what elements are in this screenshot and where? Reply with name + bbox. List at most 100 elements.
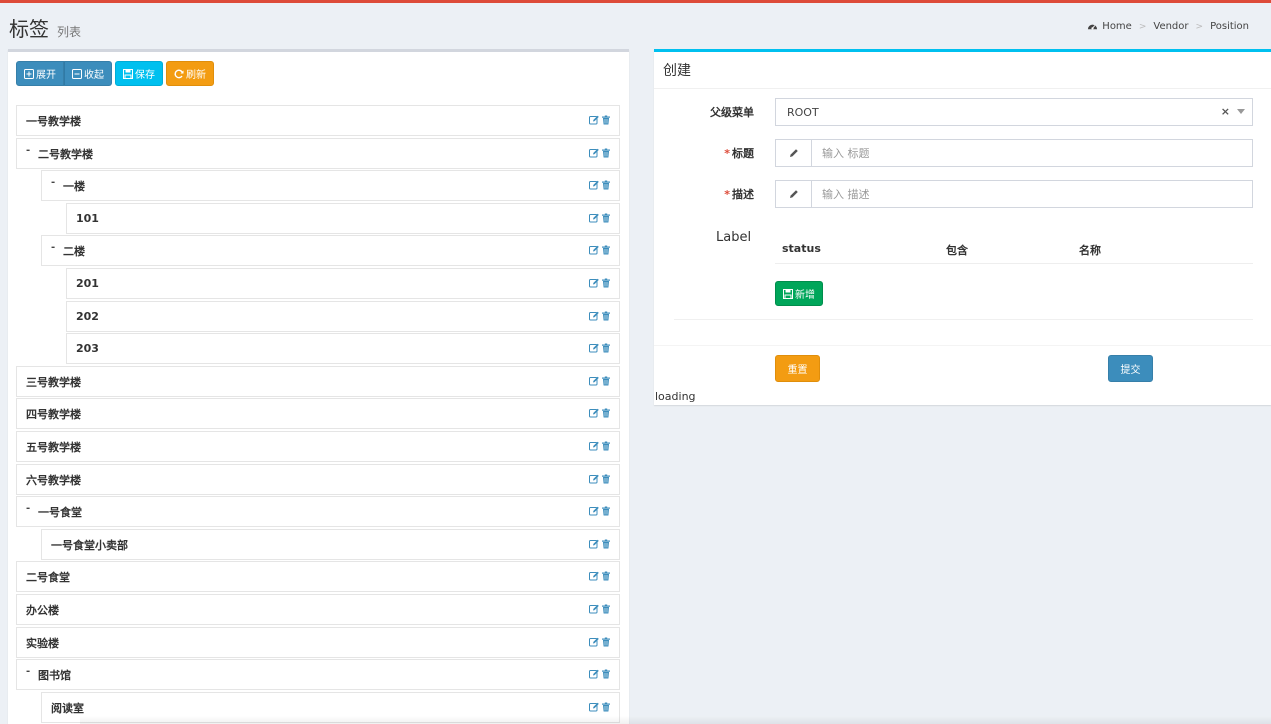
- edit-icon[interactable]: [589, 408, 599, 418]
- expand-collapse-group: 展开 收起: [16, 61, 112, 86]
- tree-node-label: 二号食堂: [26, 570, 70, 584]
- tree-panel: 展开 收起 保存 刷新 一号教学楼 - 二号教学楼 - 一楼 101- 二楼 201 202 20…: [8, 49, 629, 724]
- tree-node[interactable]: - 一楼: [41, 170, 620, 201]
- edit-icon[interactable]: [589, 702, 599, 712]
- page-header: 标签 列表: [9, 13, 81, 41]
- expand-button[interactable]: 展开: [16, 61, 64, 86]
- breadcrumb-position: Position: [1210, 21, 1249, 32]
- tree-node[interactable]: 办公楼: [16, 594, 620, 625]
- description-label-text: 描述: [732, 188, 754, 201]
- edit-icon[interactable]: [589, 669, 599, 679]
- collapse-toggle-icon[interactable]: -: [51, 242, 55, 253]
- tree-node[interactable]: 202: [66, 301, 620, 332]
- tree-node[interactable]: - 二楼: [41, 235, 620, 266]
- trash-icon[interactable]: [601, 506, 611, 516]
- trash-icon[interactable]: [601, 115, 611, 125]
- refresh-button[interactable]: 刷新: [166, 61, 214, 86]
- parent-menu-value: ROOT: [787, 105, 819, 119]
- tree-node[interactable]: 101: [66, 203, 620, 234]
- trash-icon[interactable]: [601, 702, 611, 712]
- edit-icon[interactable]: [589, 213, 599, 223]
- trash-icon[interactable]: [601, 474, 611, 484]
- trash-icon[interactable]: [601, 539, 611, 549]
- edit-icon[interactable]: [589, 245, 599, 255]
- edit-icon[interactable]: [589, 474, 599, 484]
- refresh-icon: [174, 69, 184, 78]
- edit-icon[interactable]: [589, 115, 599, 125]
- tree-node[interactable]: 一号食堂小卖部: [41, 529, 620, 560]
- trash-icon[interactable]: [601, 311, 611, 321]
- tree-node[interactable]: 三号教学楼: [16, 366, 620, 397]
- trash-icon[interactable]: [601, 278, 611, 288]
- trash-icon[interactable]: [601, 245, 611, 255]
- submit-button[interactable]: 提交: [1108, 355, 1153, 382]
- tree-node[interactable]: 四号教学楼: [16, 398, 620, 429]
- label-section-title: Label: [716, 230, 752, 245]
- trash-icon[interactable]: [601, 180, 611, 190]
- tree-node[interactable]: - 图书馆: [16, 659, 620, 690]
- chevron-down-icon[interactable]: [1237, 109, 1245, 114]
- trash-icon[interactable]: [601, 213, 611, 223]
- clear-selection-icon[interactable]: ×: [1221, 105, 1230, 118]
- trash-icon[interactable]: [601, 408, 611, 418]
- tree-node-label: 一号食堂小卖部: [51, 538, 128, 552]
- tree-node[interactable]: 203: [66, 333, 620, 364]
- breadcrumb-vendor[interactable]: Vendor: [1153, 21, 1188, 32]
- collapse-toggle-icon[interactable]: -: [26, 503, 30, 514]
- save-button[interactable]: 保存: [115, 61, 163, 86]
- reset-button[interactable]: 重置: [775, 355, 820, 382]
- trash-icon[interactable]: [601, 148, 611, 158]
- collapse-toggle-icon[interactable]: -: [51, 177, 55, 188]
- tree-node-actions: [589, 441, 611, 451]
- add-label-button-text: 新增: [795, 290, 815, 301]
- refresh-button-label: 刷新: [186, 70, 206, 81]
- tree-node[interactable]: 实验楼: [16, 627, 620, 658]
- title-input-group: [775, 139, 1253, 167]
- tree-node[interactable]: 201: [66, 268, 620, 299]
- collapse-button-label: 收起: [84, 70, 104, 81]
- tree-node[interactable]: 一号教学楼: [16, 105, 620, 136]
- edit-icon[interactable]: [589, 180, 599, 190]
- edit-icon[interactable]: [589, 506, 599, 516]
- collapse-button[interactable]: 收起: [64, 61, 112, 86]
- edit-icon[interactable]: [589, 148, 599, 158]
- edit-icon[interactable]: [589, 539, 599, 549]
- trash-icon[interactable]: [601, 376, 611, 386]
- trash-icon[interactable]: [601, 604, 611, 614]
- trash-icon[interactable]: [601, 571, 611, 581]
- tree-node-label: 五号教学楼: [26, 440, 81, 454]
- footer-divider: [654, 345, 1271, 346]
- edit-icon[interactable]: [589, 441, 599, 451]
- breadcrumb-home[interactable]: Home: [1102, 21, 1132, 32]
- collapse-toggle-icon[interactable]: -: [26, 666, 30, 677]
- trash-icon[interactable]: [601, 343, 611, 353]
- tree-node[interactable]: - 一号食堂: [16, 496, 620, 527]
- trash-icon[interactable]: [601, 637, 611, 647]
- parent-menu-select[interactable]: ROOT ×: [775, 98, 1253, 126]
- trash-icon[interactable]: [601, 669, 611, 679]
- edit-icon[interactable]: [589, 311, 599, 321]
- tree-node[interactable]: 二号食堂: [16, 561, 620, 592]
- edit-icon[interactable]: [589, 278, 599, 288]
- add-label-button[interactable]: 新增: [775, 281, 823, 306]
- tree-node[interactable]: 六号教学楼: [16, 464, 620, 495]
- edit-icon[interactable]: [589, 571, 599, 581]
- breadcrumb-separator: >: [1138, 21, 1147, 32]
- edit-icon[interactable]: [589, 637, 599, 647]
- tree-node-actions: [589, 474, 611, 484]
- trash-icon[interactable]: [601, 441, 611, 451]
- description-input[interactable]: [812, 181, 1252, 207]
- collapse-toggle-icon[interactable]: -: [26, 145, 30, 156]
- edit-icon[interactable]: [589, 343, 599, 353]
- tree-node[interactable]: 五号教学楼: [16, 431, 620, 462]
- create-form-panel: 创建 父级菜单 ROOT × *标题 *描述 Label status 包含 名…: [654, 49, 1271, 405]
- edit-icon[interactable]: [589, 604, 599, 614]
- description-field-label: * 描述: [654, 186, 754, 202]
- pencil-icon: [789, 149, 798, 157]
- tree-node-actions: [589, 637, 611, 647]
- tree-node-actions: [589, 343, 611, 353]
- title-input[interactable]: [812, 140, 1252, 166]
- edit-icon[interactable]: [589, 376, 599, 386]
- tree-node-actions: [589, 604, 611, 614]
- tree-node[interactable]: - 二号教学楼: [16, 138, 620, 169]
